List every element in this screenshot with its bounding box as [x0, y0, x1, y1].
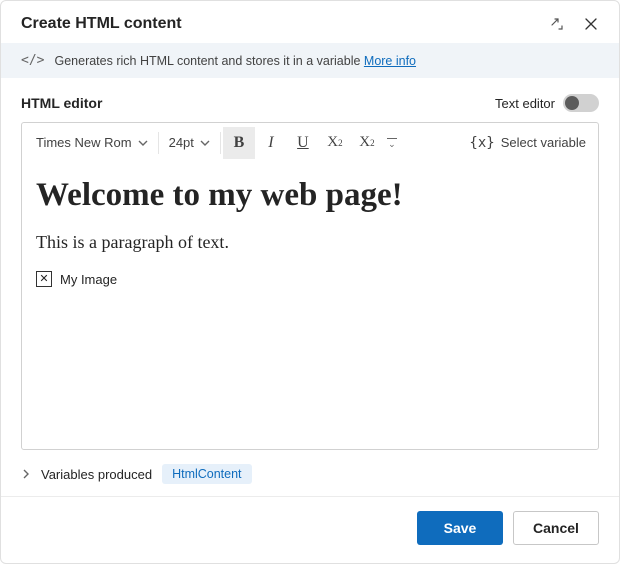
dialog-title: Create HTML content: [21, 15, 549, 33]
dialog-footer: Save Cancel: [1, 496, 619, 563]
save-button[interactable]: Save: [417, 511, 503, 545]
content-heading: Welcome to my web page!: [36, 177, 584, 214]
header-actions: [549, 16, 599, 32]
font-size-select[interactable]: 24pt: [161, 128, 218, 158]
content-paragraph: This is a paragraph of text.: [36, 232, 584, 253]
toolbar-separator: [158, 132, 159, 154]
image-placeholder: ✕ My Image: [36, 271, 584, 287]
html-editor: Times New Rom 24pt B I U X2 X2 ⌄ {x} Sel…: [21, 122, 599, 450]
info-description: Generates rich HTML content and stores i…: [54, 54, 416, 68]
text-editor-label: Text editor: [495, 96, 555, 111]
more-info-link[interactable]: More info: [364, 54, 416, 68]
select-variable-button[interactable]: {x} Select variable: [463, 135, 592, 151]
close-icon[interactable]: [583, 16, 599, 32]
maximize-icon[interactable]: [549, 16, 565, 32]
editor-toolbar: Times New Rom 24pt B I U X2 X2 ⌄ {x} Sel…: [22, 123, 598, 163]
underline-button[interactable]: U: [287, 127, 319, 159]
variable-icon: {x}: [469, 135, 494, 151]
subscript-button[interactable]: X2: [319, 127, 351, 159]
info-bar: </> Generates rich HTML content and stor…: [1, 43, 619, 78]
image-alt-text: My Image: [60, 272, 117, 287]
text-editor-toggle[interactable]: [563, 94, 599, 112]
variables-produced-label: Variables produced: [41, 467, 152, 482]
editor-label: HTML editor: [21, 95, 495, 111]
more-formatting-button[interactable]: ⌄: [383, 138, 401, 147]
font-family-select[interactable]: Times New Rom: [28, 128, 156, 158]
dialog-header: Create HTML content: [1, 1, 619, 43]
bold-button[interactable]: B: [223, 127, 255, 159]
editor-header: HTML editor Text editor: [21, 94, 599, 112]
code-icon: </>: [21, 53, 44, 68]
editor-content[interactable]: Welcome to my web page! This is a paragr…: [22, 163, 598, 449]
cancel-button[interactable]: Cancel: [513, 511, 599, 545]
toolbar-separator: [220, 132, 221, 154]
chevron-right-icon: [21, 469, 31, 479]
superscript-button[interactable]: X2: [351, 127, 383, 159]
italic-button[interactable]: I: [255, 127, 287, 159]
broken-image-icon: ✕: [36, 271, 52, 287]
variables-produced-row[interactable]: Variables produced HtmlContent: [1, 450, 619, 490]
variable-chip[interactable]: HtmlContent: [162, 464, 251, 484]
